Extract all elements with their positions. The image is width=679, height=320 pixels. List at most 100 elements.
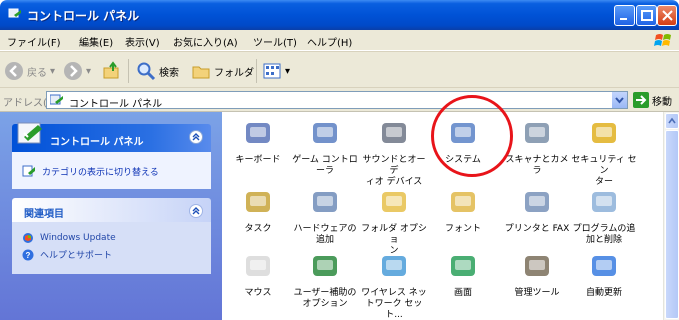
task-pane: コントロール パネル カテゴリの表示に切り替える 関連項目 Windows Up… xyxy=(0,112,222,320)
up-folder-icon xyxy=(103,61,119,79)
menu-edit[interactable]: 編集(E) xyxy=(79,34,113,49)
vertical-scrollbar[interactable] xyxy=(663,112,679,320)
collapse-button[interactable] xyxy=(189,130,203,144)
scroll-thumb[interactable] xyxy=(665,130,679,319)
switch-view-label: カテゴリの表示に切り替える xyxy=(42,167,159,178)
admin-tools-icon xyxy=(525,256,549,276)
folders-icon xyxy=(192,66,210,79)
wireless-network-icon xyxy=(382,256,406,276)
title-bar: コントロール パネル xyxy=(0,0,679,30)
control-panel-item[interactable]: 画面 xyxy=(430,250,496,299)
close-icon xyxy=(662,10,673,21)
folder-options-icon xyxy=(382,192,406,212)
forward-arrow-icon xyxy=(64,62,82,80)
control-panel-item[interactable]: セキュリティ セン ター xyxy=(571,117,637,188)
control-panel-item-label: ユーザー補助の オプション xyxy=(293,288,357,309)
windows-logo-icon xyxy=(654,34,671,46)
menu-file[interactable]: ファイル(F) xyxy=(7,34,61,49)
control-panel-item-label: キーボード xyxy=(235,155,281,165)
address-dropdown-button[interactable] xyxy=(611,92,627,108)
control-panel-item-label: プログラムの追 加と削除 xyxy=(572,224,636,245)
help-icon: ? xyxy=(22,249,34,260)
search-button[interactable]: 検索 xyxy=(136,59,179,83)
up-folder-button[interactable] xyxy=(102,59,122,83)
related-topics-body: Windows Update ? ヘルプとサポート xyxy=(12,222,211,274)
control-panel-item[interactable]: フォルダ オプショ ン xyxy=(361,186,427,257)
back-button[interactable]: 戻る ▾ xyxy=(4,59,55,83)
automatic-updates-icon xyxy=(592,256,616,276)
search-icon xyxy=(137,62,156,81)
address-field[interactable]: コントロール パネル xyxy=(46,91,628,110)
windows-update-link[interactable]: Windows Update xyxy=(22,232,116,244)
menu-help[interactable]: ヘルプ(H) xyxy=(307,34,352,49)
control-panel-large-icon xyxy=(17,122,42,144)
control-panel-item-label: ゲーム コントロ ーラ xyxy=(292,155,358,176)
address-value: コントロール パネル xyxy=(69,99,163,110)
menu-favorites[interactable]: お気に入り(A) xyxy=(173,34,238,49)
control-panel-item-label: プリンタと FAX xyxy=(504,224,570,234)
control-panel-item-label: サウンドとオーデ ィオ デバイス xyxy=(362,155,426,187)
control-panel-item[interactable]: プログラムの追 加と削除 xyxy=(571,186,637,246)
switch-category-view-link[interactable]: カテゴリの表示に切り替える xyxy=(22,164,159,178)
control-panel-item[interactable]: タスク xyxy=(225,186,291,235)
control-panel-item-label: フォント xyxy=(444,224,481,234)
scanner-camera-icon xyxy=(525,123,549,143)
speaker-icon xyxy=(382,123,406,143)
close-button[interactable] xyxy=(657,5,677,26)
scroll-up-button[interactable] xyxy=(665,113,679,129)
control-panel-item[interactable]: 管理ツール xyxy=(504,250,570,299)
scheduled-tasks-icon xyxy=(246,192,270,212)
window-title: コントロール パネル xyxy=(27,9,140,23)
display-icon xyxy=(451,256,475,276)
menu-tools[interactable]: ツール(T) xyxy=(253,34,297,49)
control-panel-item[interactable]: ユーザー補助の オプション xyxy=(292,250,358,310)
back-dropdown-icon: ▾ xyxy=(50,65,56,77)
menu-view[interactable]: 表示(V) xyxy=(125,34,160,49)
control-panel-item-label: ハードウェアの 追加 xyxy=(293,224,357,245)
control-panel-item[interactable]: フォント xyxy=(430,186,496,235)
chevron-up-icon xyxy=(192,207,200,215)
maximize-button[interactable] xyxy=(636,5,657,26)
control-panel-item[interactable]: ハードウェアの 追加 xyxy=(292,186,358,246)
toolbar-separator xyxy=(128,59,129,83)
control-panel-item[interactable]: ゲーム コントロ ーラ xyxy=(292,117,358,177)
control-panel-icon xyxy=(8,8,21,18)
add-hardware-icon xyxy=(313,192,337,212)
mouse-icon xyxy=(246,256,270,276)
control-panel-item[interactable]: サウンドとオーデ ィオ デバイス xyxy=(361,117,427,188)
forward-button[interactable]: ▾ xyxy=(63,59,91,83)
control-panel-section-body: カテゴリの表示に切り替える xyxy=(12,152,211,189)
minimize-button[interactable] xyxy=(614,5,635,26)
control-panel-item[interactable]: スキャナとカメラ xyxy=(504,117,570,177)
menu-bar: ファイル(F) 編集(E) 表示(V) お気に入り(A) ツール(T) ヘルプ(… xyxy=(0,30,679,51)
control-panel-item-label: 管理ツール xyxy=(514,288,560,298)
search-label: 検索 xyxy=(159,67,179,79)
toolbar-separator xyxy=(256,59,257,83)
control-panel-item[interactable]: マウス xyxy=(225,250,291,299)
system-highlight-circle xyxy=(431,95,513,177)
folders-button[interactable]: フォルダ xyxy=(191,59,254,83)
views-button[interactable]: ▾ xyxy=(262,59,290,83)
chevron-up-icon xyxy=(192,133,200,141)
control-panel-item[interactable]: プリンタと FAX xyxy=(504,186,570,235)
control-panel-item-label: スキャナとカメラ xyxy=(505,155,569,176)
control-panel-icon xyxy=(50,94,63,105)
control-panel-item[interactable]: 自動更新 xyxy=(571,250,637,299)
control-panel-item[interactable]: キーボード xyxy=(225,117,291,166)
help-support-link[interactable]: ? ヘルプとサポート xyxy=(22,248,112,261)
back-arrow-icon xyxy=(5,62,23,80)
collapse-button[interactable] xyxy=(189,204,203,218)
control-panel-section-header[interactable]: コントロール パネル xyxy=(12,122,211,152)
related-topics-header[interactable]: 関連項目 xyxy=(12,198,211,222)
keyboard-icon xyxy=(246,123,270,143)
minimize-icon xyxy=(620,18,627,20)
help-support-label: ヘルプとサポート xyxy=(40,251,113,261)
go-button[interactable]: 移動 xyxy=(633,92,672,108)
go-arrow-icon xyxy=(633,92,649,108)
control-panel-item-label: セキュリティ セン ター xyxy=(571,155,637,187)
windows-update-label: Windows Update xyxy=(40,233,116,243)
fonts-folder-icon xyxy=(451,192,475,212)
windows-update-icon xyxy=(23,233,33,243)
toolbar: 戻る ▾ ▾ 検索 フォルダ ▾ xyxy=(0,51,679,88)
control-panel-item[interactable]: ワイヤレス ネッ トワーク セット... xyxy=(361,250,427,320)
